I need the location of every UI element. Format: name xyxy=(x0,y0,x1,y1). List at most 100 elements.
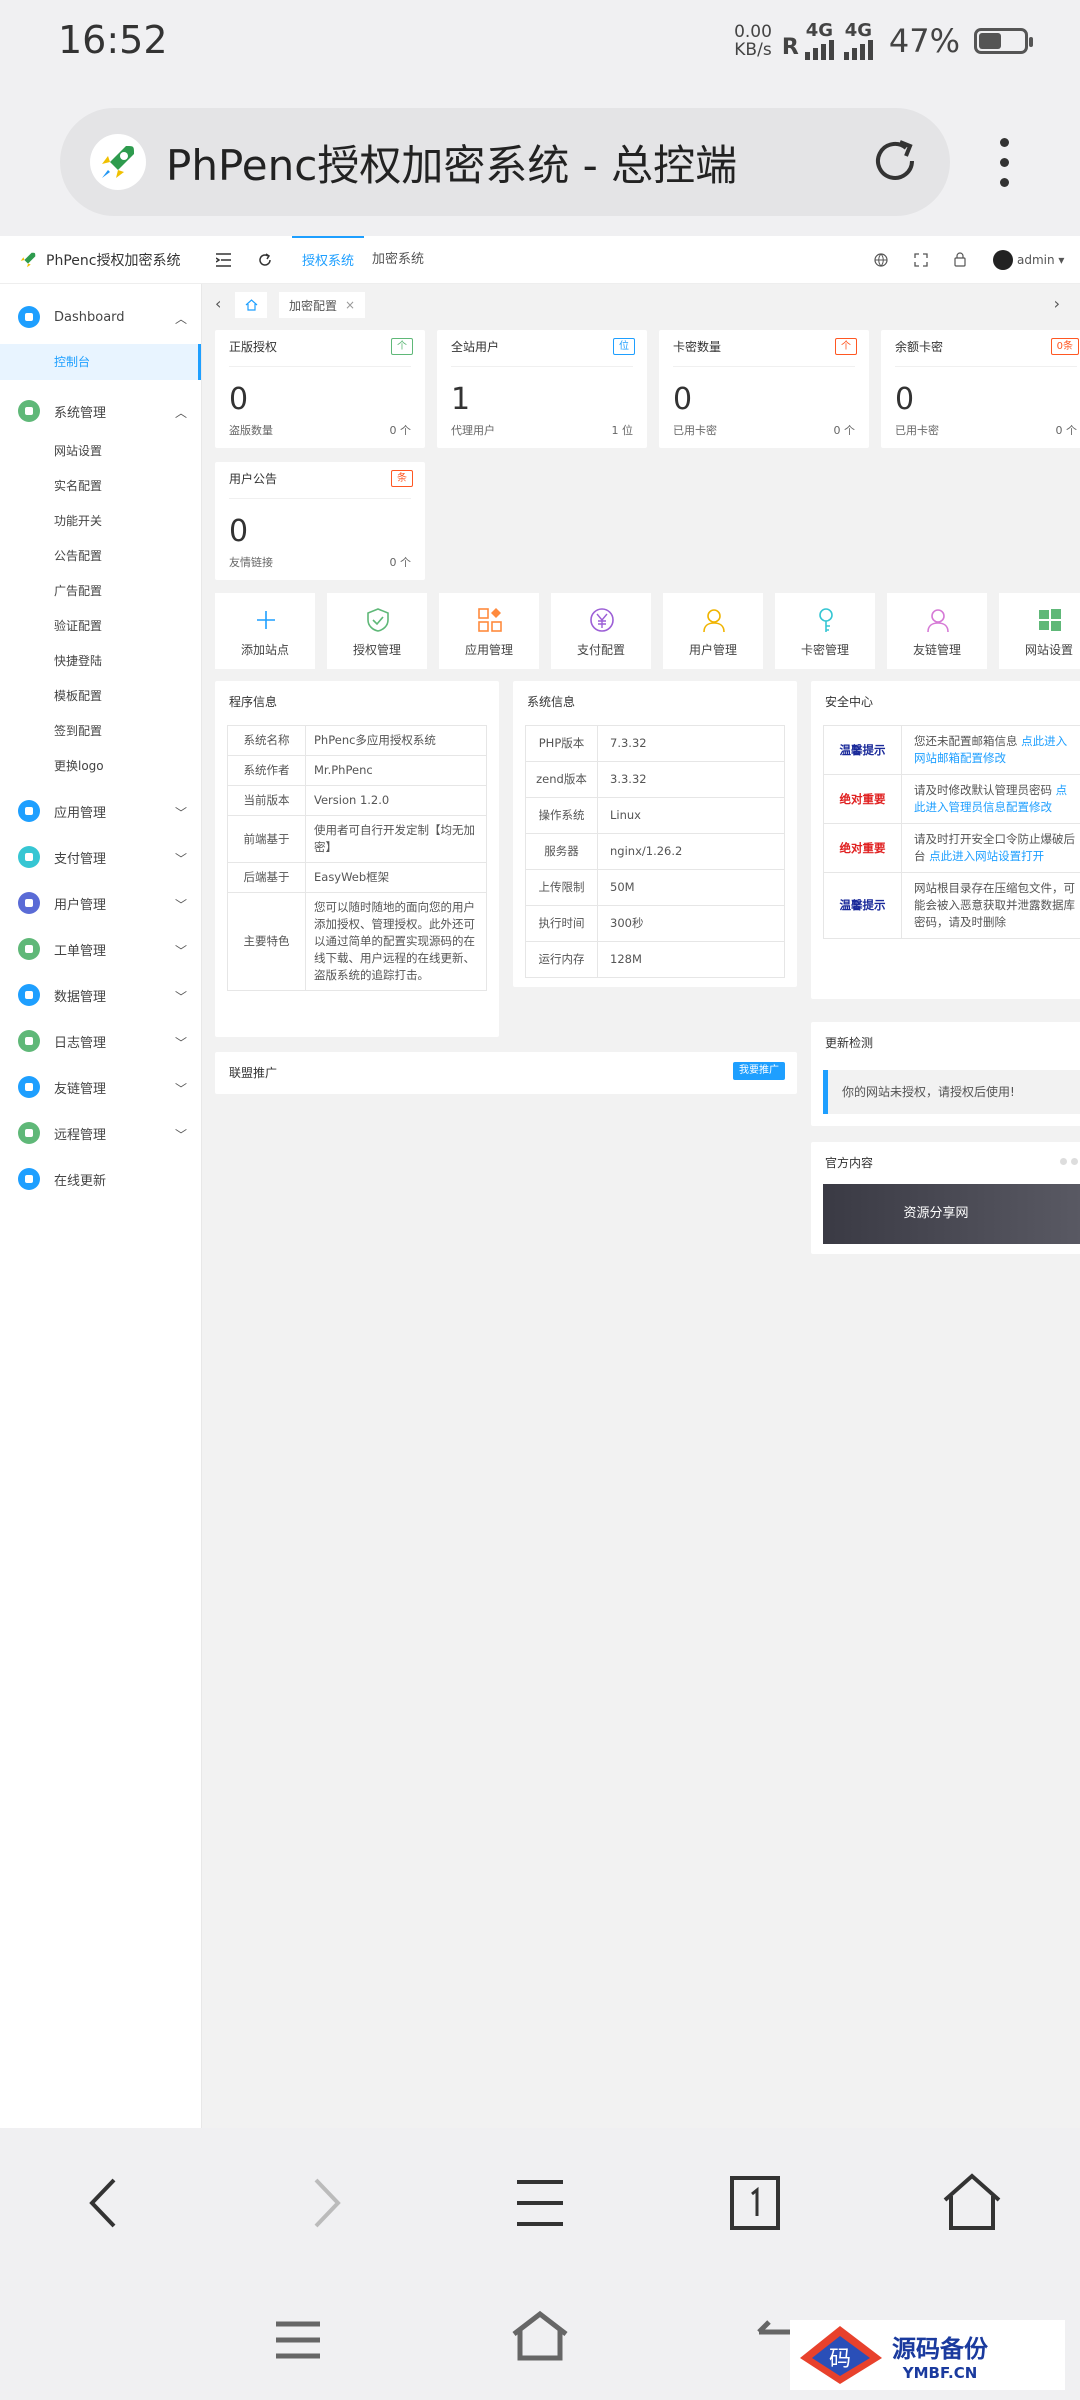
windows-icon xyxy=(1039,609,1061,631)
quick-user-manage[interactable]: 用户管理 xyxy=(663,593,763,669)
sidebar-group-data[interactable]: 数据管理 ﹀ xyxy=(0,972,201,1018)
forward-icon[interactable] xyxy=(290,2170,360,2236)
affiliate-button[interactable]: 我要推广 xyxy=(733,1062,785,1080)
affiliate-panel: 联盟推广 我要推广 xyxy=(215,1052,797,1094)
plus-icon xyxy=(257,611,275,629)
sidebar-item-verify[interactable]: 验证配置 xyxy=(0,609,201,644)
chevron-down-icon: ﹀ xyxy=(174,806,187,820)
user-menu[interactable]: admin ▾ xyxy=(1017,236,1064,284)
sidebar-item-ads[interactable]: 广告配置 xyxy=(0,574,201,609)
avatar[interactable] xyxy=(993,250,1013,270)
link-icon xyxy=(18,1076,40,1098)
table-row: 绝对重要 请及时打开安全口令防止爆破后台 点此进入网站设置打开 xyxy=(823,823,1080,873)
sidebar-group-remote[interactable]: 远程管理 ﹀ xyxy=(0,1110,201,1156)
security-level: 温馨提示 xyxy=(823,725,902,775)
carousel-dots[interactable] xyxy=(1060,1158,1080,1165)
sidebar-group-users[interactable]: 用户管理 ﹀ xyxy=(0,880,201,926)
official-content-panel: 官方内容 资源分享网 xyxy=(811,1142,1080,1254)
table-row: 系统作者 Mr.PhPenc xyxy=(227,755,487,786)
sidebar-group-dashboard[interactable]: Dashboard ︿ xyxy=(0,294,201,340)
sidebar-group-update[interactable]: 在线更新 xyxy=(0,1156,201,1202)
key-icon xyxy=(819,608,833,632)
table-row: 前端基于 使用者可自行开发定制【均无加密】 xyxy=(227,815,487,863)
table-row: 温馨提示 网站根目录存在压缩包文件，可能会被入恶意获取并泄露数据库密码，请及时删除 xyxy=(823,872,1080,939)
system-menu-icon[interactable] xyxy=(272,2318,324,2362)
row-value: Version 1.2.0 xyxy=(305,785,487,816)
update-check-panel: 更新检测 你的网站未授权，请授权后使用! xyxy=(811,1022,1080,1126)
row-value: Mr.PhPenc xyxy=(305,755,487,786)
security-level: 温馨提示 xyxy=(823,872,902,939)
menu-fold-icon[interactable] xyxy=(216,253,231,267)
fullscreen-icon[interactable] xyxy=(914,253,928,267)
home-icon xyxy=(18,306,40,328)
quick-link-manage[interactable]: 友链管理 xyxy=(887,593,987,669)
table-row: 服务器 nginx/1.26.2 xyxy=(525,833,785,870)
security-level: 绝对重要 xyxy=(823,774,902,824)
tab-home[interactable] xyxy=(235,292,267,318)
sidebar-item-feature-switch[interactable]: 功能开关 xyxy=(0,504,201,539)
system-back-icon[interactable] xyxy=(755,2318,795,2362)
net-speed: 0.00 KB/s xyxy=(734,22,772,60)
address-bar[interactable]: PhPenc授权加密系统 - 总控端 xyxy=(60,108,950,216)
sidebar-group-links[interactable]: 友链管理 ﹀ xyxy=(0,1064,201,1110)
sidebar-group-logs[interactable]: 日志管理 ﹀ xyxy=(0,1018,201,1064)
quick-add-site[interactable]: 添加站点 xyxy=(215,593,315,669)
sidebar-item-notice[interactable]: 公告配置 xyxy=(0,539,201,574)
sidebar-group-system[interactable]: 系统管理 ︿ xyxy=(0,388,201,434)
row-key: 当前版本 xyxy=(227,785,306,816)
quick-app-manage[interactable]: 应用管理 xyxy=(439,593,539,669)
reload-icon[interactable] xyxy=(868,134,922,188)
system-home-icon[interactable] xyxy=(508,2308,572,2364)
table-row: 温馨提示 您还未配置邮箱信息 点此进入网站邮箱配置修改 xyxy=(823,725,1080,775)
home-icon[interactable] xyxy=(937,2170,1007,2236)
chevron-right-icon[interactable]: › xyxy=(1054,294,1060,313)
sidebar-item-website-settings[interactable]: 网站设置 xyxy=(0,434,201,469)
quick-payment-config[interactable]: 支付配置 xyxy=(551,593,651,669)
app-logo[interactable]: PhPenc授权加密系统 xyxy=(0,236,202,284)
lock-icon[interactable] xyxy=(954,252,966,267)
program-info-panel: 程序信息 系统名称 PhPenc多应用授权系统 系统作者 Mr.PhPenc 当前版本 V… xyxy=(215,681,499,1037)
more-menu-icon[interactable] xyxy=(1000,138,1012,190)
sidebar-item-logo[interactable]: 更换logo xyxy=(0,749,201,784)
tab-bar: ‹ 加密配置 × › xyxy=(203,284,1080,324)
stat-card-cards: 卡密数量个 0 已用卡密 0 个 xyxy=(659,330,869,448)
chevron-down-icon: ﹀ xyxy=(174,944,187,958)
security-message: 请及时修改默认管理员密码 点此进入管理员信息配置修改 xyxy=(901,774,1080,824)
sidebar-item-checkin[interactable]: 签到配置 xyxy=(0,714,201,749)
security-link[interactable]: 点此进入网站设置打开 xyxy=(929,849,1044,863)
tabs-icon[interactable] xyxy=(720,2170,790,2236)
security-level: 绝对重要 xyxy=(823,823,902,873)
row-value: 您可以随时随地的面向您的用户添加授权、管理授权。此外还可以通过简单的配置实现源码… xyxy=(305,892,487,991)
chevron-down-icon: ﹀ xyxy=(174,1128,187,1142)
menu-icon[interactable] xyxy=(505,2170,575,2236)
home-icon xyxy=(245,299,257,311)
table-row: 绝对重要 请及时修改默认管理员密码 点此进入管理员信息配置修改 xyxy=(823,774,1080,824)
row-value: Linux xyxy=(597,797,785,834)
quick-website-settings[interactable]: 网站设置 xyxy=(999,593,1080,669)
official-banner[interactable]: 资源分享网 xyxy=(823,1184,1080,1244)
table-row: 主要特色 您可以随时随地的面向您的用户添加授权、管理授权。此外还可以通过简单的配置… xyxy=(227,892,487,991)
refresh-icon[interactable] xyxy=(258,253,272,267)
back-icon[interactable] xyxy=(70,2170,140,2236)
table-row: 系统名称 PhPenc多应用授权系统 xyxy=(227,725,487,756)
quick-card-manage[interactable]: 卡密管理 xyxy=(775,593,875,669)
share-icon xyxy=(18,1122,40,1144)
sidebar-group-apps[interactable]: 应用管理 ﹀ xyxy=(0,788,201,834)
globe-icon[interactable] xyxy=(874,253,888,267)
sidebar-item-realname[interactable]: 实名配置 xyxy=(0,469,201,504)
sidebar-item-quick-login[interactable]: 快捷登陆 xyxy=(0,644,201,679)
security-message: 您还未配置邮箱信息 点此进入网站邮箱配置修改 xyxy=(901,725,1080,775)
quick-license-manage[interactable]: 授权管理 xyxy=(327,593,427,669)
security-table: 温馨提示 您还未配置邮箱信息 点此进入网站邮箱配置修改 绝对重要 请及时修改默认管理员… xyxy=(823,725,1080,939)
tab-encrypt-config[interactable]: 加密配置 × xyxy=(279,292,365,318)
chevron-left-icon[interactable]: ‹ xyxy=(215,294,221,313)
sidebar-item-template[interactable]: 模板配置 xyxy=(0,679,201,714)
topnav-encrypt-system[interactable]: 加密系统 xyxy=(372,236,424,284)
sidebar-item-console[interactable]: 控制台 xyxy=(0,344,201,380)
sidebar-group-payment[interactable]: 支付管理 ﹀ xyxy=(0,834,201,880)
row-value: 50M xyxy=(597,869,785,906)
table-row: 上传限制 50M xyxy=(525,869,785,906)
page-title: PhPenc授权加密系统 - 总控端 xyxy=(166,140,738,190)
topnav-auth-system[interactable]: 授权系统 xyxy=(292,236,365,284)
sidebar-group-tickets[interactable]: 工单管理 ﹀ xyxy=(0,926,201,972)
